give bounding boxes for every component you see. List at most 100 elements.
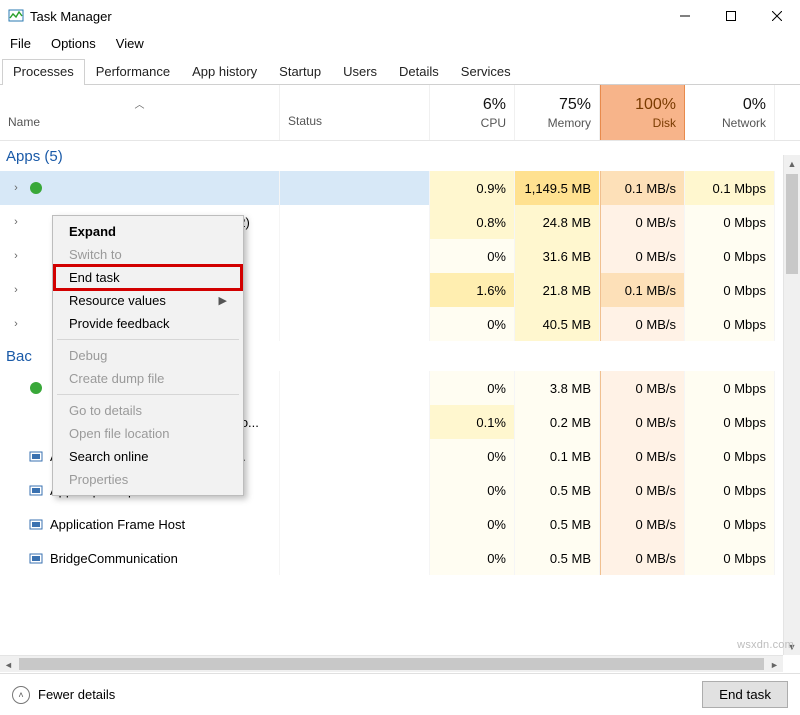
tab-app-history[interactable]: App history xyxy=(181,59,268,85)
minimize-button[interactable] xyxy=(662,0,708,32)
scroll-right-icon[interactable]: ► xyxy=(766,656,783,673)
process-name: BridgeCommunication xyxy=(50,551,178,566)
ctx-expand[interactable]: Expand xyxy=(55,220,241,243)
column-status[interactable]: Status xyxy=(280,85,430,140)
scroll-left-icon[interactable]: ◄ xyxy=(0,657,17,674)
status-cell xyxy=(280,473,430,507)
cpu-usage-pct: 6% xyxy=(438,96,506,114)
network-cell: 0 Mbps xyxy=(685,205,775,239)
memory-cell: 40.5 MB xyxy=(515,307,600,341)
status-cell xyxy=(280,439,430,473)
menu-view[interactable]: View xyxy=(114,34,146,53)
maximize-button[interactable] xyxy=(708,0,754,32)
cpu-cell: 0% xyxy=(430,439,515,473)
network-cell: 0 Mbps xyxy=(685,473,775,507)
tab-startup[interactable]: Startup xyxy=(268,59,332,85)
title-bar: Task Manager xyxy=(0,0,800,32)
status-cell xyxy=(280,273,430,307)
scroll-thumb[interactable] xyxy=(19,658,764,670)
process-icon xyxy=(28,380,44,396)
memory-cell: 21.8 MB xyxy=(515,273,600,307)
scroll-thumb[interactable] xyxy=(786,174,798,274)
process-name-cell: Application Frame Host xyxy=(0,507,280,541)
tab-processes[interactable]: Processes xyxy=(2,59,85,85)
expand-icon[interactable]: › xyxy=(8,284,24,296)
cpu-cell: 0.9% xyxy=(430,171,515,205)
memory-cell: 0.1 MB xyxy=(515,439,600,473)
tab-users[interactable]: Users xyxy=(332,59,388,85)
menu-options[interactable]: Options xyxy=(49,34,98,53)
status-cell xyxy=(280,541,430,575)
horizontal-scrollbar[interactable]: ◄ ► xyxy=(0,655,783,672)
close-button[interactable] xyxy=(754,0,800,32)
table-row[interactable]: Application Frame Host 0% 0.5 MB 0 MB/s … xyxy=(0,507,800,541)
network-cell: 0 Mbps xyxy=(685,507,775,541)
chevron-up-icon: ˄ xyxy=(12,686,30,704)
disk-cell: 0 MB/s xyxy=(600,507,685,541)
process-name-cell: BridgeCommunication xyxy=(0,541,280,575)
ctx-end-task[interactable]: End task xyxy=(55,266,241,289)
fewer-details-toggle[interactable]: ˄ Fewer details xyxy=(12,686,115,704)
memory-cell: 3.8 MB xyxy=(515,371,600,405)
tab-performance[interactable]: Performance xyxy=(85,59,181,85)
cpu-cell: 0% xyxy=(430,307,515,341)
table-row[interactable]: › 0.9% 1,149.5 MB 0.1 MB/s 0.1 Mbps xyxy=(0,171,800,205)
memory-cell: 31.6 MB xyxy=(515,239,600,273)
tab-details[interactable]: Details xyxy=(388,59,450,85)
column-name-label: Name xyxy=(8,115,271,129)
process-name: Application Frame Host xyxy=(50,517,185,532)
vertical-scrollbar[interactable]: ▲ ▼ xyxy=(783,155,800,655)
tab-services[interactable]: Services xyxy=(450,59,522,85)
cpu-cell: 0% xyxy=(430,541,515,575)
column-headers: ︿ Name Status 6% CPU 75% Memory 100% Dis… xyxy=(0,85,800,141)
memory-usage-pct: 75% xyxy=(523,96,591,114)
app-icon xyxy=(8,8,24,24)
end-task-button[interactable]: End task xyxy=(702,681,788,708)
status-cell xyxy=(280,239,430,273)
memory-cell: 0.5 MB xyxy=(515,541,600,575)
disk-cell: 0 MB/s xyxy=(600,239,685,273)
footer-bar: ˄ Fewer details End task xyxy=(0,673,800,715)
column-disk[interactable]: 100% Disk xyxy=(600,85,685,140)
column-network-label: Network xyxy=(693,116,766,130)
column-name[interactable]: ︿ Name xyxy=(0,85,280,140)
status-cell xyxy=(280,205,430,239)
network-cell: 0 Mbps xyxy=(685,307,775,341)
network-cell: 0 Mbps xyxy=(685,405,775,439)
memory-cell: 0.5 MB xyxy=(515,473,600,507)
column-cpu[interactable]: 6% CPU xyxy=(430,85,515,140)
menu-file[interactable]: File xyxy=(8,34,33,53)
ctx-search-online[interactable]: Search online xyxy=(55,445,241,468)
group-apps[interactable]: Apps (5) xyxy=(0,141,800,171)
status-cell xyxy=(280,371,430,405)
network-cell: 0 Mbps xyxy=(685,239,775,273)
expand-icon[interactable]: › xyxy=(8,216,24,228)
menu-separator xyxy=(57,339,239,340)
expand-icon[interactable]: › xyxy=(8,318,24,330)
column-memory[interactable]: 75% Memory xyxy=(515,85,600,140)
network-cell: 0 Mbps xyxy=(685,371,775,405)
disk-cell: 0.1 MB/s xyxy=(600,171,685,205)
cpu-cell: 0% xyxy=(430,239,515,273)
network-cell: 0 Mbps xyxy=(685,273,775,307)
sort-caret-icon: ︿ xyxy=(8,96,271,111)
process-icon xyxy=(28,448,44,464)
scroll-up-icon[interactable]: ▲ xyxy=(784,155,800,172)
column-network[interactable]: 0% Network xyxy=(685,85,775,140)
disk-cell: 0 MB/s xyxy=(600,473,685,507)
network-cell: 0.1 Mbps xyxy=(685,171,775,205)
submenu-arrow-icon: ▶ xyxy=(219,294,227,307)
ctx-resource-values[interactable]: Resource values ▶ xyxy=(55,289,241,312)
ctx-provide-feedback[interactable]: Provide feedback xyxy=(55,312,241,335)
cpu-cell: 0.1% xyxy=(430,405,515,439)
expand-icon[interactable]: › xyxy=(8,182,24,194)
ctx-properties: Properties xyxy=(55,468,241,491)
disk-usage-pct: 100% xyxy=(609,96,676,114)
expand-icon[interactable]: › xyxy=(8,250,24,262)
disk-cell: 0 MB/s xyxy=(600,307,685,341)
ctx-open-file-location: Open file location xyxy=(55,422,241,445)
column-status-label: Status xyxy=(288,114,421,128)
table-row[interactable]: BridgeCommunication 0% 0.5 MB 0 MB/s 0 M… xyxy=(0,541,800,575)
context-menu: Expand Switch to End task Resource value… xyxy=(52,215,244,496)
network-cell: 0 Mbps xyxy=(685,541,775,575)
